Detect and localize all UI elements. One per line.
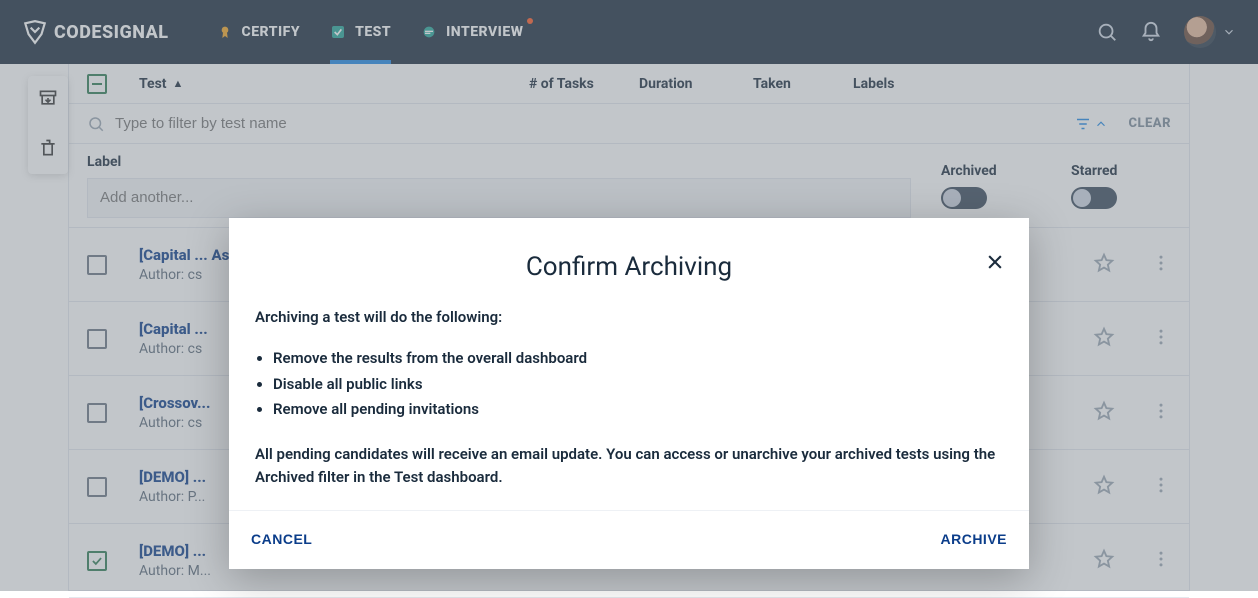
- cancel-button[interactable]: CANCEL: [251, 531, 312, 547]
- modal-bullet: Disable all public links: [273, 373, 1003, 396]
- modal-footer: CANCEL ARCHIVE: [229, 510, 1029, 569]
- modal-bullet: Remove the results from the overall dash…: [273, 347, 1003, 370]
- modal-body: Archiving a test will do the following: …: [229, 300, 1029, 510]
- archive-button[interactable]: ARCHIVE: [940, 531, 1007, 547]
- confirm-archive-modal: Confirm Archiving Archiving a test will …: [229, 218, 1029, 569]
- close-icon[interactable]: [985, 252, 1005, 276]
- modal-title: Confirm Archiving: [526, 252, 732, 282]
- modal-bullet: Remove all pending invitations: [273, 398, 1003, 421]
- modal-intro: Archiving a test will do the following:: [255, 306, 1003, 329]
- modal-bullet-list: Remove the results from the overall dash…: [273, 347, 1003, 421]
- modal-note: All pending candidates will receive an e…: [255, 443, 1003, 490]
